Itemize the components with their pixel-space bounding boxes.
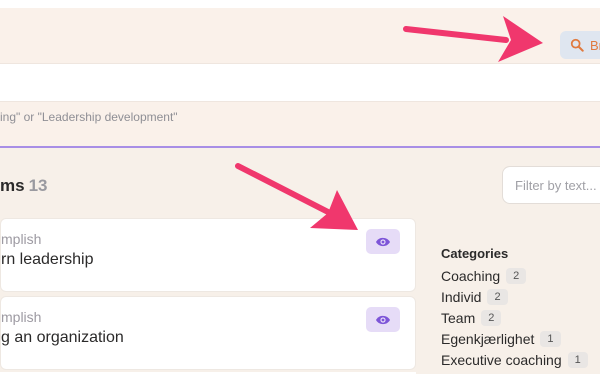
- annotation-arrows: [235, 16, 543, 230]
- annotation-arrow-top: [403, 16, 543, 62]
- annotation-arrow-middle: [235, 163, 358, 230]
